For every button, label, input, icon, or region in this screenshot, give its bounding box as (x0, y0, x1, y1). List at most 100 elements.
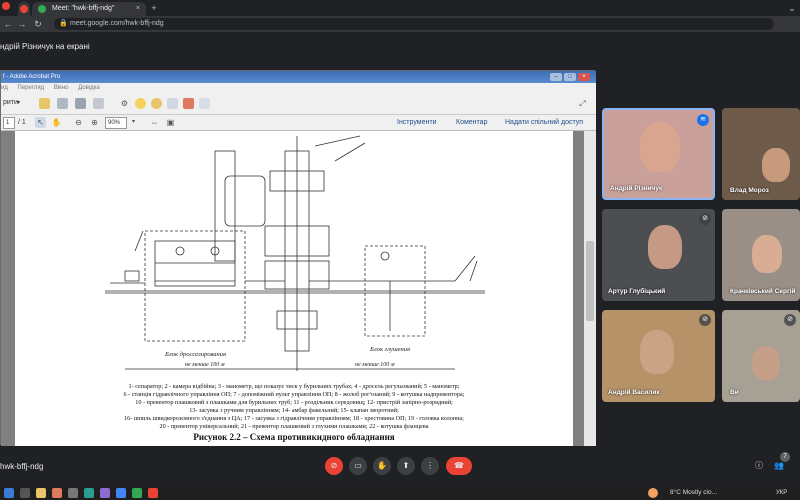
email-icon[interactable] (93, 98, 104, 109)
mic-off-icon: ⊘ (784, 314, 796, 326)
pdf-page: Блок дросселирования Блок глушения не ме… (15, 131, 573, 446)
maximize-icon[interactable]: □ (564, 73, 576, 81)
acrobat-nav-toolbar: 1 / 1 ↖ ✋ ⊖ ⊕ 90% ▾ ⇔ ▣ Інструменти Коме… (1, 115, 596, 131)
menu-item-view-partial[interactable]: ид (1, 85, 8, 91)
menu-item-view[interactable]: Перегляд (18, 85, 45, 91)
new-tab-button[interactable]: + (148, 2, 160, 14)
windows-start-icon[interactable] (4, 488, 14, 498)
sticky-note-icon[interactable] (151, 98, 162, 109)
zoom-dropdown-icon[interactable]: ▾ (128, 117, 139, 128)
app-icon[interactable] (132, 488, 142, 498)
create-button[interactable]: рити (3, 99, 18, 106)
print-icon[interactable] (75, 98, 86, 109)
tools-link[interactable]: Інструменти (397, 117, 436, 129)
mic-off-icon: ⊘ (699, 213, 711, 225)
zoom-in-icon[interactable]: ⊕ (89, 117, 100, 128)
label-block-left: Блок дросселирования (164, 351, 226, 358)
back-icon[interactable]: ← (2, 18, 14, 30)
hand-icon[interactable]: ✋ (51, 117, 62, 128)
address-bar-row: ← → ↻ 🔒 meet.google.com/hwk-bffj-ndg (0, 16, 800, 32)
acrobat-icon[interactable] (148, 488, 158, 498)
participant-video (648, 225, 682, 269)
app-icon[interactable] (68, 488, 78, 498)
viber-icon[interactable] (100, 488, 110, 498)
chrome-icon[interactable] (116, 488, 126, 498)
legend-line: 1- сепаратор; 2 - камера відбійна; 3 - м… (128, 383, 460, 390)
forward-icon[interactable]: → (16, 18, 28, 30)
document-icon[interactable] (199, 98, 210, 109)
comment-link[interactable]: Коментар (456, 117, 487, 129)
participant-video (640, 122, 680, 172)
fit-width-icon[interactable]: ⇔ (149, 117, 160, 128)
tab-meet[interactable]: Meet: "hwk-bffj-ndg" × (32, 2, 146, 16)
menu-item-help[interactable]: Довідка (78, 85, 100, 91)
weather-text[interactable]: 8°C Mostly clo... (670, 486, 717, 500)
expand-icon[interactable]: ⤢ (577, 98, 588, 109)
participant-name: Ви (730, 389, 739, 396)
mic-off-button[interactable]: ⊘ (325, 457, 343, 475)
stamp-icon[interactable] (167, 98, 178, 109)
search-icon[interactable] (20, 488, 30, 498)
url-text: meet.google.com/hwk-bffj-ndg (70, 20, 164, 27)
browser-tab-bar: Meet: "hwk-bffj-ndg" × + ⌄ (0, 0, 800, 16)
participant-tile[interactable]: Крачківський Сергій (722, 209, 800, 301)
participant-tile[interactable]: ≋ Андрій Різничук (602, 108, 715, 200)
participant-tile[interactable]: ⊘ Артур Глубіцький (602, 209, 715, 301)
legend-line: 20 - превентор універсальний; 21 - преве… (159, 423, 429, 430)
participant-name: Артур Глубіцький (608, 288, 666, 295)
page-total: / 1 (18, 119, 26, 126)
more-options-button[interactable]: ⋮ (421, 457, 439, 475)
participant-name: Крачківський Сергій (730, 288, 796, 295)
participant-count-badge: 7 (780, 452, 790, 462)
reload-icon[interactable]: ↻ (32, 18, 44, 30)
weather-icon[interactable] (648, 488, 658, 498)
meeting-code: hwk-bffj-ndg (0, 462, 44, 471)
camera-button[interactable]: ▭ (349, 457, 367, 475)
minimize-icon[interactable]: – (550, 73, 562, 81)
label-block-right: Блок глушения (369, 346, 410, 353)
label-dim-left: не менше 100 м (185, 362, 225, 368)
participant-tile[interactable]: ⊘ Андрій Василик (602, 310, 715, 402)
page-number-input[interactable]: 1 (3, 117, 15, 129)
fit-page-icon[interactable]: ▣ (165, 117, 176, 128)
tab-close-icon[interactable]: × (136, 2, 140, 16)
save-icon[interactable] (57, 98, 68, 109)
tab-label: Meet: "hwk-bffj-ndg" (52, 5, 115, 12)
app-icon[interactable] (84, 488, 94, 498)
tab-search-icon[interactable]: ⌄ (786, 2, 798, 14)
settings-icon[interactable]: ⚙ (119, 98, 130, 109)
participant-video (640, 330, 674, 374)
close-icon[interactable]: × (578, 73, 590, 81)
label-dim-right: не менше 100 м (355, 362, 395, 368)
participant-video (752, 346, 780, 380)
info-icon[interactable]: ⓘ (750, 457, 768, 475)
present-button[interactable]: ⬆ (397, 457, 415, 475)
acrobat-title: f - Adobe Acrobat Pro (3, 74, 61, 80)
raise-hand-button[interactable]: ✋ (373, 457, 391, 475)
scrollbar-thumb[interactable] (586, 241, 594, 321)
folder-open-icon[interactable] (39, 98, 50, 109)
participant-tile[interactable]: ⊘ Ви (722, 310, 800, 402)
legend-line: 10 - превентор плашковий з плашками для … (135, 399, 453, 406)
zoom-out-icon[interactable]: ⊖ (73, 117, 84, 128)
acrobat-window: f - Adobe Acrobat Pro – □ × ид Перегляд … (0, 70, 596, 446)
share-link[interactable]: Надати спільний доступ (505, 117, 583, 129)
zoom-input[interactable]: 90% (105, 117, 127, 129)
pdf-icon[interactable] (183, 98, 194, 109)
select-arrow-icon[interactable]: ↖ (35, 117, 46, 128)
language-indicator[interactable]: УКР (776, 486, 787, 500)
app-icon[interactable] (52, 488, 62, 498)
menu-item-window[interactable]: Вікно (54, 85, 69, 91)
url-input[interactable]: 🔒 meet.google.com/hwk-bffj-ndg (54, 18, 774, 30)
blowout-preventer-diagram: Блок дросселирования Блок глушения не ме… (105, 135, 485, 371)
chevron-down-icon[interactable]: ▾ (17, 99, 20, 106)
participant-tile[interactable]: Влад Мороз (722, 108, 800, 200)
comment-icon[interactable] (135, 98, 146, 109)
speaking-icon: ≋ (697, 114, 709, 126)
mic-off-icon: ⊘ (699, 314, 711, 326)
file-explorer-icon[interactable] (36, 488, 46, 498)
tab-inactive[interactable] (18, 2, 30, 16)
end-call-button[interactable]: ☎ (446, 457, 472, 475)
window-record-icon[interactable] (2, 2, 10, 10)
participant-video (752, 235, 782, 273)
